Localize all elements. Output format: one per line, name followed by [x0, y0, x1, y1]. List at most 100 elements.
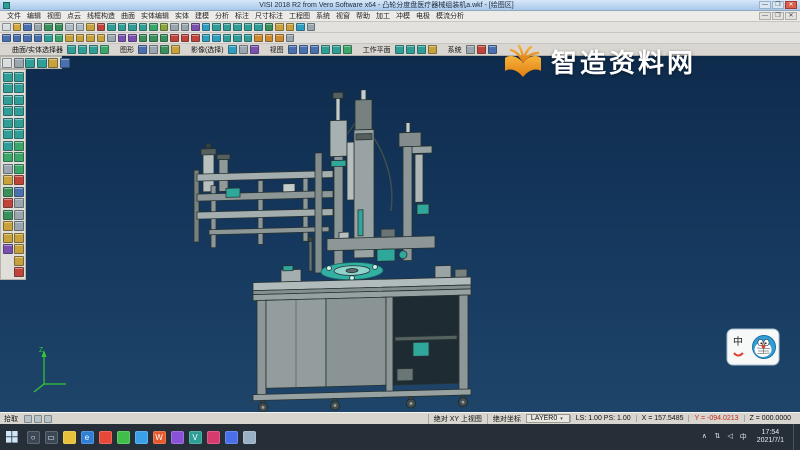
- wps-office-icon[interactable]: W: [153, 431, 166, 444]
- undo-icon[interactable]: [44, 23, 53, 32]
- mirror-icon[interactable]: [128, 34, 137, 43]
- circle-tool-icon[interactable]: [244, 23, 253, 32]
- offset-surface-icon[interactable]: [14, 164, 24, 174]
- workplane-custom-icon[interactable]: [428, 45, 437, 54]
- zoom-window-icon[interactable]: [107, 23, 116, 32]
- spline-tool-icon[interactable]: [254, 23, 263, 32]
- chrome-browser-icon[interactable]: [99, 431, 112, 444]
- redo-icon[interactable]: [55, 23, 64, 32]
- offset-tool-icon[interactable]: [265, 23, 274, 32]
- view-side-icon[interactable]: [34, 34, 43, 43]
- group-label-image[interactable]: 影像(选择): [189, 45, 226, 55]
- visi-app-icon[interactable]: V: [189, 431, 202, 444]
- zoom-fit-icon[interactable]: [118, 23, 127, 32]
- polyline-2d-icon[interactable]: [3, 95, 13, 105]
- group-label-selector[interactable]: 曲面/实体选择器: [10, 45, 65, 55]
- rotate-body-icon[interactable]: [149, 34, 158, 43]
- cut-icon[interactable]: [65, 23, 74, 32]
- view-top-icon[interactable]: [13, 34, 22, 43]
- mirror-2d-icon[interactable]: [3, 244, 13, 254]
- workplane-yz-icon[interactable]: [417, 45, 426, 54]
- wireframe-view-icon[interactable]: [160, 23, 169, 32]
- ellipse-2d-icon[interactable]: [3, 129, 13, 139]
- delete-icon[interactable]: [97, 23, 106, 32]
- offset-2d-icon[interactable]: [3, 187, 13, 197]
- save-file-icon[interactable]: [23, 23, 32, 32]
- hatch-2d-icon[interactable]: [3, 175, 13, 185]
- calculator-icon[interactable]: [307, 23, 316, 32]
- view-refresh-icon[interactable]: [321, 45, 330, 54]
- layer-manager-icon[interactable]: [191, 23, 200, 32]
- mass-properties-icon[interactable]: [286, 34, 295, 43]
- text-2d-icon[interactable]: [3, 164, 13, 174]
- sphere-solid-icon[interactable]: [14, 221, 24, 231]
- subtract-solid-icon[interactable]: [14, 244, 24, 254]
- print-icon[interactable]: [34, 23, 43, 32]
- qq-icon[interactable]: [135, 431, 148, 444]
- open-file-icon[interactable]: [13, 23, 22, 32]
- settings-icon[interactable]: [466, 45, 475, 54]
- menu-item[interactable]: 视窗: [333, 11, 353, 21]
- color-select-icon[interactable]: [48, 58, 58, 68]
- mail-app-icon[interactable]: [225, 431, 238, 444]
- view-dynamic-icon[interactable]: [332, 45, 341, 54]
- shaded-view-icon[interactable]: [149, 23, 158, 32]
- show-desktop-button[interactable]: [793, 424, 797, 450]
- macro-icon[interactable]: [477, 45, 486, 54]
- surface-patch-icon[interactable]: [223, 34, 232, 43]
- sweep-icon[interactable]: [86, 34, 95, 43]
- point-tool-icon[interactable]: [212, 23, 221, 32]
- menu-item[interactable]: 模流分析: [433, 11, 467, 21]
- menu-item[interactable]: 建模: [192, 11, 212, 21]
- network-icon[interactable]: ⇅: [713, 432, 722, 442]
- pattern-icon[interactable]: [118, 34, 127, 43]
- surface-blend-icon[interactable]: [233, 34, 242, 43]
- workplane-icon[interactable]: [44, 34, 53, 43]
- maximize-button[interactable]: ❐: [772, 1, 784, 9]
- workplane-xz-icon[interactable]: [406, 45, 415, 54]
- net-surface-icon[interactable]: [14, 129, 24, 139]
- plane-surface-icon[interactable]: [14, 72, 24, 82]
- group-label-workplane[interactable]: 工作平面: [361, 45, 393, 55]
- image-settings-icon[interactable]: [250, 45, 259, 54]
- menu-item[interactable]: 电极: [413, 11, 433, 21]
- tray-expand-icon[interactable]: ∧: [700, 432, 709, 442]
- view-iso-icon[interactable]: [2, 34, 11, 43]
- menu-item[interactable]: 文件: [4, 11, 24, 21]
- volume-icon[interactable]: ◁: [726, 432, 735, 442]
- chamfer-2d-icon[interactable]: [3, 233, 13, 243]
- search-icon[interactable]: ○: [27, 431, 40, 444]
- view-cube-icon[interactable]: [288, 45, 297, 54]
- file-explorer-icon[interactable]: [63, 431, 76, 444]
- rotate-view-icon[interactable]: [139, 23, 148, 32]
- mdi-close-button[interactable]: ✕: [785, 12, 797, 20]
- selector-arrow-icon[interactable]: [2, 58, 12, 68]
- select-loop-icon[interactable]: [100, 45, 109, 54]
- menu-item[interactable]: 视图: [44, 11, 64, 21]
- section-icon[interactable]: [254, 34, 263, 43]
- workplane-xy-icon[interactable]: [395, 45, 404, 54]
- transparency-icon[interactable]: [171, 45, 180, 54]
- trim-2d-icon[interactable]: [3, 198, 13, 208]
- line-tool-icon[interactable]: [223, 23, 232, 32]
- sketch-icon[interactable]: [55, 34, 64, 43]
- fillet-2d-icon[interactable]: [3, 221, 13, 231]
- scale-body-icon[interactable]: [160, 34, 169, 43]
- boolean-intersect-icon[interactable]: [191, 34, 200, 43]
- annotation-icon[interactable]: [275, 34, 284, 43]
- paste-icon[interactable]: [86, 23, 95, 32]
- sweep-surface-icon[interactable]: [14, 118, 24, 128]
- menu-item[interactable]: 实体: [172, 11, 192, 21]
- group-label-graphics[interactable]: 图形: [118, 45, 136, 55]
- help-icon[interactable]: [488, 45, 497, 54]
- extend-2d-icon[interactable]: [3, 210, 13, 220]
- close-button[interactable]: ✕: [785, 1, 797, 9]
- menu-item[interactable]: 编辑: [24, 11, 44, 21]
- chain-select-icon[interactable]: [37, 58, 47, 68]
- clock[interactable]: 17:54 2021/7/1: [753, 429, 788, 446]
- mdi-restore-button[interactable]: ❐: [772, 12, 784, 20]
- line-2d-icon[interactable]: [3, 83, 13, 93]
- arc-2d-icon[interactable]: [3, 106, 13, 116]
- view-next-icon[interactable]: [310, 45, 319, 54]
- snap-grid-icon[interactable]: [24, 415, 32, 423]
